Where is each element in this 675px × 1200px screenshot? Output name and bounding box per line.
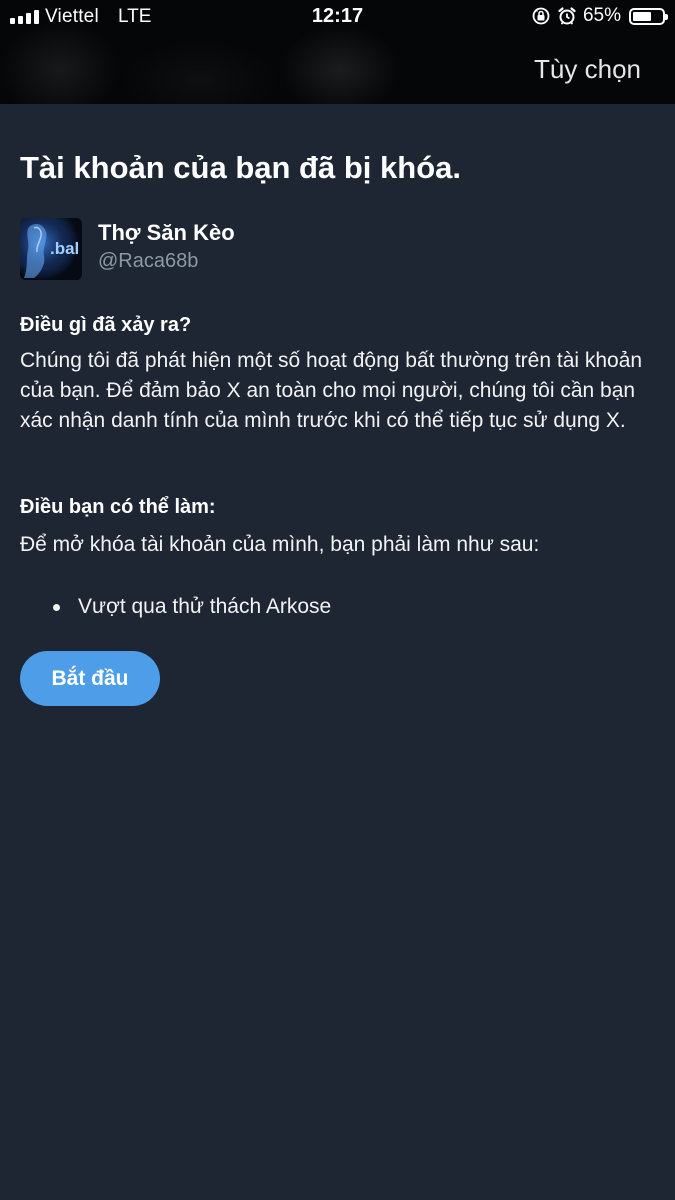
account-card: .bal Thợ Săn Kèo @Raca68b (20, 218, 655, 280)
svg-text:.bal: .bal (50, 239, 79, 258)
top-bar: Viettel LTE 12:17 65% Tùy chọn (0, 0, 675, 104)
battery-percent: 65% (582, 5, 621, 26)
orientation-lock-icon (532, 7, 550, 25)
what-happened-heading: Điều gì đã xảy ra? (20, 314, 192, 336)
what-happened-body: Chúng tôi đã phát hiện một số hoạt động … (20, 349, 643, 432)
status-bar: Viettel LTE 12:17 65% (0, 0, 675, 34)
bullet-icon (53, 604, 60, 611)
avatar-image: .bal (20, 218, 82, 280)
page-title: Tài khoản của bạn đã bị khóa. (20, 150, 461, 185)
avatar: .bal (20, 218, 82, 280)
screen: Viettel LTE 12:17 65% Tùy chọn Tài khoản… (0, 0, 675, 1200)
list-item: Vượt qua thử thách Arkose (20, 592, 655, 622)
steps-list: Vượt qua thử thách Arkose (20, 592, 655, 622)
what-you-can-do-body: Để mở khóa tài khoản của mình, bạn phải … (20, 533, 540, 556)
account-name: Thợ Săn Kèo (98, 220, 235, 245)
start-button[interactable]: Bắt đầu (20, 651, 160, 706)
alarm-icon (558, 7, 576, 25)
battery-fill (633, 11, 651, 21)
step-label: Vượt qua thử thách Arkose (78, 595, 332, 618)
battery-icon (629, 7, 668, 25)
options-button[interactable]: Tùy chọn (534, 54, 641, 85)
account-handle: @Raca68b (98, 250, 199, 272)
what-you-can-do-heading: Điều bạn có thể làm: (20, 496, 216, 518)
status-right: 65% (531, 5, 668, 27)
